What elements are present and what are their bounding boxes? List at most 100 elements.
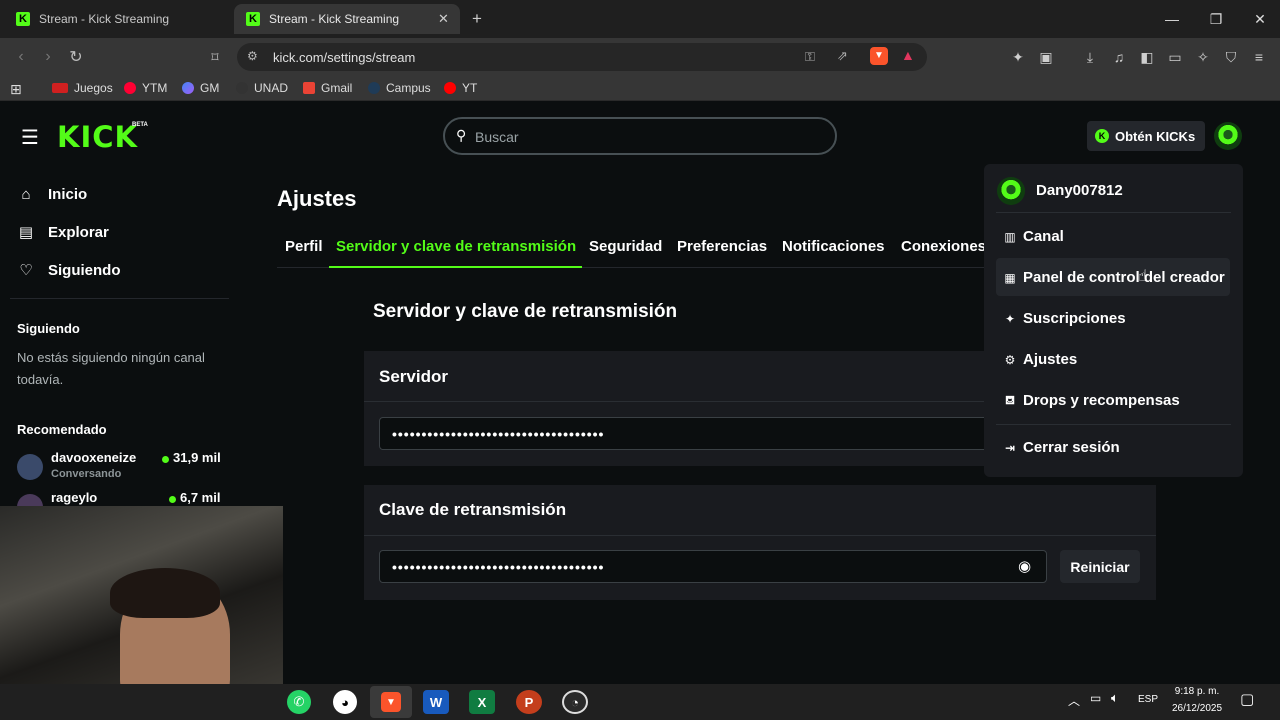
stream-key-field[interactable]: •••••••••••••••••••••••••••••••••••• ◉ [379, 550, 1047, 583]
leo-ai-icon[interactable]: ✧ [1193, 47, 1213, 67]
get-kicks-button[interactable]: K Obtén KICKs [1087, 121, 1205, 151]
clock-date[interactable]: 26/12/2025 [1166, 703, 1228, 714]
viewer-count: 31,9 mil [173, 450, 221, 465]
share-icon[interactable]: ⇗ [837, 48, 848, 64]
gift-icon: ⛾ [1005, 392, 1015, 407]
channel-icon: ▥ [1004, 229, 1016, 244]
server-panel: Servidor •••••••••••••••••••••••••••••••… [364, 351, 999, 466]
maximize-icon[interactable]: ❐ [1196, 6, 1236, 32]
apps-icon[interactable]: ⊞ [10, 81, 22, 98]
close-tab-icon[interactable]: ✕ [438, 11, 449, 27]
volume-icon[interactable]: 🔈︎ [1111, 690, 1119, 706]
tray-chevron-icon[interactable]: ︿ [1068, 692, 1080, 709]
recommended-channel[interactable]: davooxeneize Conversando 31,9 mil [17, 450, 227, 484]
key-panel: Clave de retransmisión •••••••••••••••••… [364, 485, 1156, 600]
forward-icon[interactable]: › [37, 46, 59, 68]
bookmark-yt[interactable]: YT [444, 81, 477, 95]
wallet-icon[interactable]: ▭ [1165, 47, 1185, 67]
live-dot-icon [169, 496, 176, 503]
sidebar-icon[interactable]: ◧ [1137, 47, 1157, 67]
word-icon[interactable]: W [423, 690, 449, 714]
webcam-hair [110, 568, 220, 618]
vpn-icon[interactable]: ⛉ [1221, 47, 1241, 67]
extensions-icon[interactable]: ✦ [1008, 47, 1028, 67]
key-icon[interactable]: ⚿ [805, 49, 815, 65]
address-bar[interactable]: ⚙ kick.com/settings/stream ⚿ ⇗ ▼ ▲ [237, 43, 927, 71]
download-icon[interactable]: ⤓ [1080, 47, 1100, 67]
tab-conexiones[interactable]: Conexiones [901, 238, 986, 255]
excel-icon[interactable]: X [469, 690, 495, 714]
bookmarks-bar: ⊞ Juegos YTM GM UNAD Gmail Campus YT [0, 76, 1280, 101]
whatsapp-icon[interactable]: ✆ [287, 690, 311, 714]
bookmark-gm[interactable]: GM [182, 81, 219, 95]
network-icon[interactable]: ▭ [1090, 691, 1101, 705]
new-tab-icon[interactable]: + [472, 9, 482, 29]
music-icon[interactable]: ♫ [1109, 47, 1129, 67]
menu-username[interactable]: Dany007812 [1036, 182, 1123, 199]
tab-notificaciones[interactable]: Notificaciones [782, 238, 885, 255]
sidebar-item-explorar[interactable]: ▤ Explorar [17, 223, 109, 242]
gear-icon: ⚙ [1004, 352, 1016, 367]
powerpoint-icon[interactable]: P [516, 690, 542, 714]
menu-item-cerrar-sesion[interactable]: ⇥ Cerrar sesión [1003, 439, 1120, 456]
kick-logo[interactable]: KICK [57, 120, 138, 154]
active-tab-indicator [329, 266, 582, 268]
sparkle-icon: ✦ [1004, 311, 1016, 326]
user-avatar[interactable] [1214, 122, 1242, 150]
brave-rewards-icon[interactable]: ▲ [901, 47, 915, 63]
dashboard-icon: ▦ [1004, 270, 1016, 285]
tab-preferencias[interactable]: Preferencias [677, 238, 767, 255]
server-field[interactable]: •••••••••••••••••••••••••••••••••••• [379, 417, 999, 450]
kicks-coin-icon: K [1095, 129, 1109, 143]
close-window-icon[interactable]: ✕ [1240, 6, 1280, 32]
url-text: kick.com/settings/stream [273, 50, 416, 65]
sidebar-item-siguiendo[interactable]: ♡ Siguiendo [17, 261, 120, 280]
browser-tab-active[interactable]: K Stream - Kick Streaming ✕ [234, 4, 460, 34]
notifications-icon[interactable]: ▢ [1240, 690, 1254, 708]
panel-divider [364, 401, 984, 402]
reload-icon[interactable]: ↻ [65, 46, 87, 68]
menu-item-canal[interactable]: ▥ Canal [1003, 228, 1064, 245]
bookmark-ytm[interactable]: YTM [124, 81, 167, 95]
obs-icon[interactable]: ◔ [562, 690, 588, 714]
kick-favicon-icon: K [16, 12, 30, 26]
stream-key-label: Clave de retransmisión [379, 500, 567, 519]
screenshot-icon[interactable]: ▣ [1036, 47, 1056, 67]
bookmark-campus[interactable]: Campus [368, 81, 431, 95]
search-placeholder: Buscar [475, 129, 519, 145]
minimize-icon[interactable]: — [1152, 6, 1192, 32]
brave-taskbar-active[interactable]: ▼ [370, 686, 412, 718]
site-info-icon[interactable]: ⚙ [247, 49, 258, 63]
panel-divider [364, 535, 1156, 536]
search-input[interactable]: ⚲ Buscar [443, 117, 837, 155]
hamburger-icon[interactable]: ☰ [21, 125, 39, 150]
language-indicator[interactable]: ESP [1138, 694, 1158, 705]
menu-item-suscripciones[interactable]: ✦ Suscripciones [1003, 310, 1126, 327]
bookmark-unad[interactable]: UNAD [236, 81, 288, 95]
browse-icon: ▤ [18, 224, 34, 241]
bookmark-gmail[interactable]: Gmail [303, 81, 352, 95]
menu-item-panel-creador[interactable]: ▦ Panel de control del creador [1003, 269, 1224, 286]
eye-icon[interactable]: ◉ [1018, 557, 1031, 575]
tab-perfil[interactable]: Perfil [285, 238, 323, 255]
logout-icon: ⇥ [1004, 440, 1016, 455]
github-icon[interactable]: ◕ [333, 690, 357, 714]
kick-favicon-icon: K [246, 12, 260, 26]
mouse-cursor-icon: ☝ [1138, 268, 1148, 285]
back-icon[interactable]: ‹ [10, 46, 32, 68]
recommended-title: Recomendado [17, 422, 107, 437]
tab-seguridad[interactable]: Seguridad [589, 238, 662, 255]
webcam-overlay [0, 506, 283, 690]
tab-servidor-clave[interactable]: Servidor y clave de retransmisión [336, 238, 576, 255]
browser-tab[interactable]: K Stream - Kick Streaming [4, 4, 232, 34]
sidebar-item-inicio[interactable]: ⌂ Inicio [17, 186, 87, 203]
bookmark-juegos[interactable]: Juegos [52, 81, 113, 95]
section-title: Servidor y clave de retransmisión [373, 301, 678, 322]
menu-icon[interactable]: ≡ [1249, 47, 1269, 67]
menu-item-drops[interactable]: ⛾ Drops y recompensas [1003, 392, 1180, 409]
reset-button[interactable]: Reiniciar [1060, 550, 1140, 583]
menu-item-ajustes[interactable]: ⚙ Ajustes [1003, 351, 1078, 368]
bookmark-icon[interactable]: ⌑ [204, 46, 226, 68]
clock-time[interactable]: 9:18 p. m. [1168, 686, 1226, 697]
brave-shield-icon[interactable]: ▼ [870, 47, 888, 65]
